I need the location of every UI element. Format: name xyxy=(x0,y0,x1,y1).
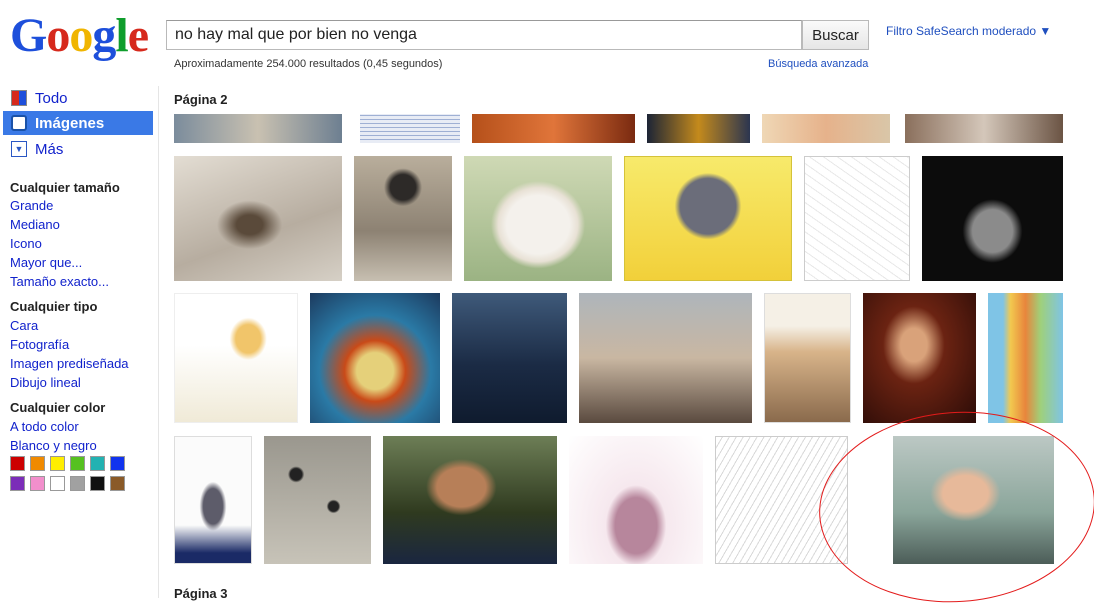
type-filter-title: Cualquier tipo xyxy=(10,299,98,314)
logo-letter: e xyxy=(127,9,149,62)
image-thumbnail[interactable] xyxy=(452,293,567,423)
color-swatch[interactable] xyxy=(50,456,65,471)
page-2-label: Página 2 xyxy=(174,92,228,107)
image-thumbnail[interactable] xyxy=(988,293,1063,423)
color-swatch[interactable] xyxy=(50,476,65,491)
image-thumbnail[interactable] xyxy=(354,156,452,281)
color-bw-link[interactable]: Blanco y negro xyxy=(10,438,97,453)
color-swatch[interactable] xyxy=(10,456,25,471)
size-exact-link[interactable]: Tamaño exacto... xyxy=(10,274,109,289)
size-filter-title: Cualquier tamaño xyxy=(10,180,120,195)
sidebar: Todo Imágenes ▼ Más Cualquier tamaño Gra… xyxy=(0,86,159,598)
safesearch-filter-link[interactable]: Filtro SafeSearch moderado ▼ xyxy=(886,24,1051,38)
image-thumbnail[interactable] xyxy=(579,293,752,423)
logo-letter: G xyxy=(10,9,47,62)
image-thumbnail[interactable] xyxy=(764,293,851,423)
type-lineart-link[interactable]: Dibujo lineal xyxy=(10,375,81,390)
color-swatch[interactable] xyxy=(70,456,85,471)
nav-item-label: Todo xyxy=(35,89,68,107)
image-thumbnail[interactable] xyxy=(174,293,298,423)
color-swatch[interactable] xyxy=(10,476,25,491)
color-swatch[interactable] xyxy=(70,476,85,491)
nav-item-images[interactable]: Imágenes xyxy=(3,111,153,135)
google-logo[interactable]: Google xyxy=(10,8,149,64)
image-thumbnail[interactable] xyxy=(804,156,910,281)
advanced-search-link[interactable]: Búsqueda avanzada xyxy=(768,58,868,70)
image-thumbnail[interactable] xyxy=(310,293,440,423)
color-swatch[interactable] xyxy=(30,476,45,491)
logo-letter: l xyxy=(115,9,128,62)
image-thumbnail[interactable] xyxy=(174,114,342,143)
all-results-icon xyxy=(11,90,27,106)
image-thumbnail[interactable] xyxy=(174,436,252,564)
red-annotation-circle xyxy=(812,402,1094,611)
type-clipart-link[interactable]: Imagen prediseñada xyxy=(10,356,129,371)
type-photo-link[interactable]: Fotografía xyxy=(10,337,69,352)
image-thumbnail[interactable] xyxy=(383,436,557,564)
color-full-link[interactable]: A todo color xyxy=(10,419,79,434)
color-swatch[interactable] xyxy=(110,476,125,491)
image-thumbnail[interactable] xyxy=(762,114,890,143)
color-filter-title: Cualquier color xyxy=(10,400,106,415)
type-face-link[interactable]: Cara xyxy=(10,318,38,333)
nav-item-more[interactable]: ▼ Más xyxy=(3,137,153,161)
size-large-link[interactable]: Grande xyxy=(10,198,53,213)
logo-letter: g xyxy=(92,9,116,62)
image-thumbnail[interactable] xyxy=(624,156,792,281)
image-thumbnail[interactable] xyxy=(569,436,703,564)
image-thumbnail[interactable] xyxy=(264,436,371,564)
results-count: Aproximadamente 254.000 resultados (0,45… xyxy=(174,58,443,70)
image-thumbnail[interactable] xyxy=(472,114,635,143)
logo-letter: o xyxy=(46,9,70,62)
image-thumbnail[interactable] xyxy=(464,156,612,281)
image-thumbnail[interactable] xyxy=(863,293,976,423)
image-thumbnail[interactable] xyxy=(922,156,1063,281)
dropdown-arrow-icon: ▼ xyxy=(11,141,27,157)
image-thumbnail[interactable] xyxy=(647,114,750,143)
color-swatch[interactable] xyxy=(90,476,105,491)
logo-letter: o xyxy=(69,9,93,62)
image-thumbnail[interactable] xyxy=(905,114,1063,143)
nav-item-all[interactable]: Todo xyxy=(3,86,153,110)
size-medium-link[interactable]: Mediano xyxy=(10,217,60,232)
camera-icon xyxy=(11,115,27,131)
search-button[interactable]: Buscar xyxy=(802,20,869,50)
color-swatch[interactable] xyxy=(30,456,45,471)
nav-item-label: Imágenes xyxy=(35,114,105,132)
size-larger-than-link[interactable]: Mayor que... xyxy=(10,255,82,270)
search-input[interactable] xyxy=(166,20,802,50)
image-thumbnail[interactable] xyxy=(360,114,460,143)
color-swatch[interactable] xyxy=(110,456,125,471)
image-thumbnail[interactable] xyxy=(174,156,342,281)
nav-item-label: Más xyxy=(35,140,64,158)
size-icon-link[interactable]: Icono xyxy=(10,236,42,251)
color-swatch[interactable] xyxy=(90,456,105,471)
page-3-label: Página 3 xyxy=(174,586,228,601)
